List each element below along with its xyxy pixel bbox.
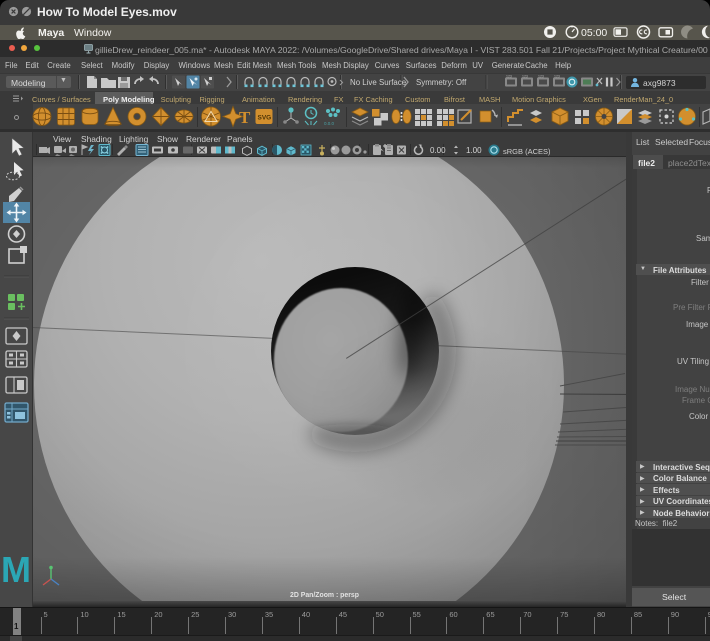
svg-text:123: 123 [522,75,528,79]
svg-text:123: 123 [506,75,512,79]
svg-text:T: T [239,108,251,127]
svg-text:0.0.0: 0.0.0 [324,121,335,126]
svg-text:123: 123 [554,75,560,79]
svg-text:SVG: SVG [258,115,272,122]
svg-text:123: 123 [538,75,544,79]
